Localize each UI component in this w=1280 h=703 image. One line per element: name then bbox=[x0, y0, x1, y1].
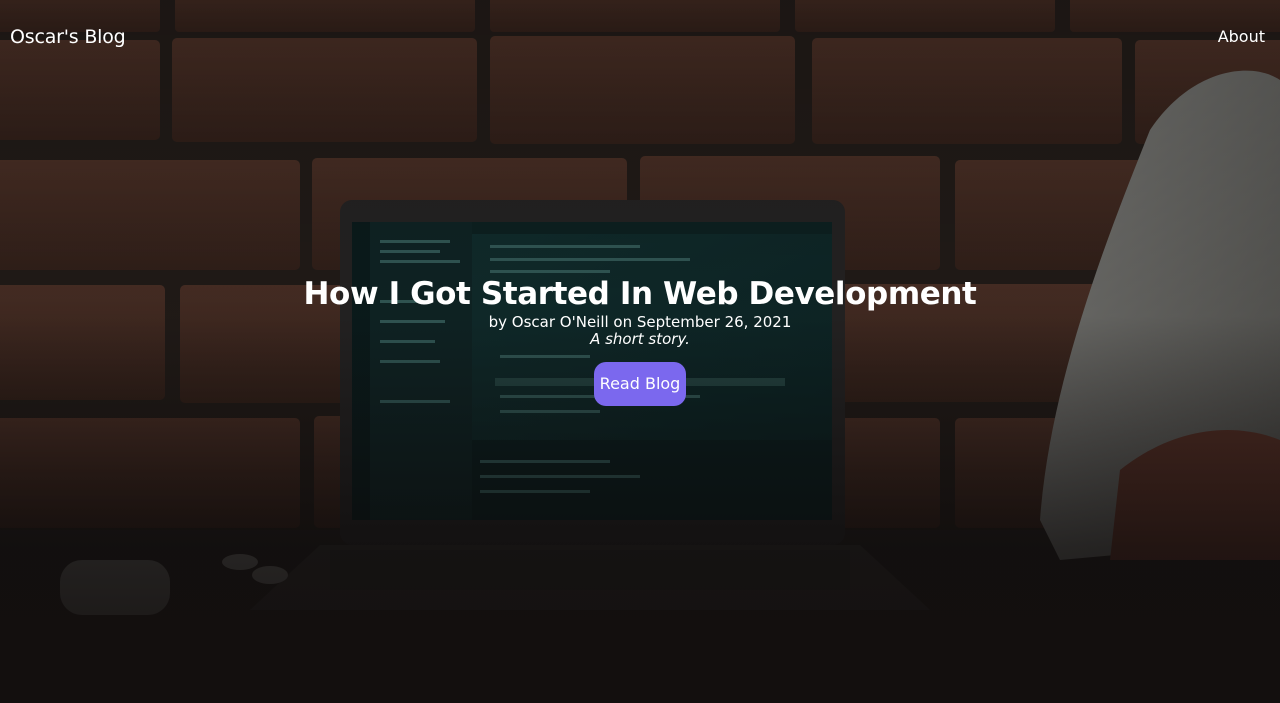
nav-about-link[interactable]: About bbox=[1218, 27, 1265, 46]
site-brand-link[interactable]: Oscar's Blog bbox=[10, 26, 126, 48]
hero-section: Oscar's Blog About How I Got Started In … bbox=[0, 0, 1280, 703]
hero-content: How I Got Started In Web Development by … bbox=[0, 274, 1280, 406]
post-title: How I Got Started In Web Development bbox=[303, 276, 977, 312]
post-tagline: A short story. bbox=[590, 330, 690, 348]
post-byline: by Oscar O'Neill on September 26, 2021 bbox=[488, 313, 792, 331]
read-blog-button[interactable]: Read Blog bbox=[593, 362, 687, 406]
